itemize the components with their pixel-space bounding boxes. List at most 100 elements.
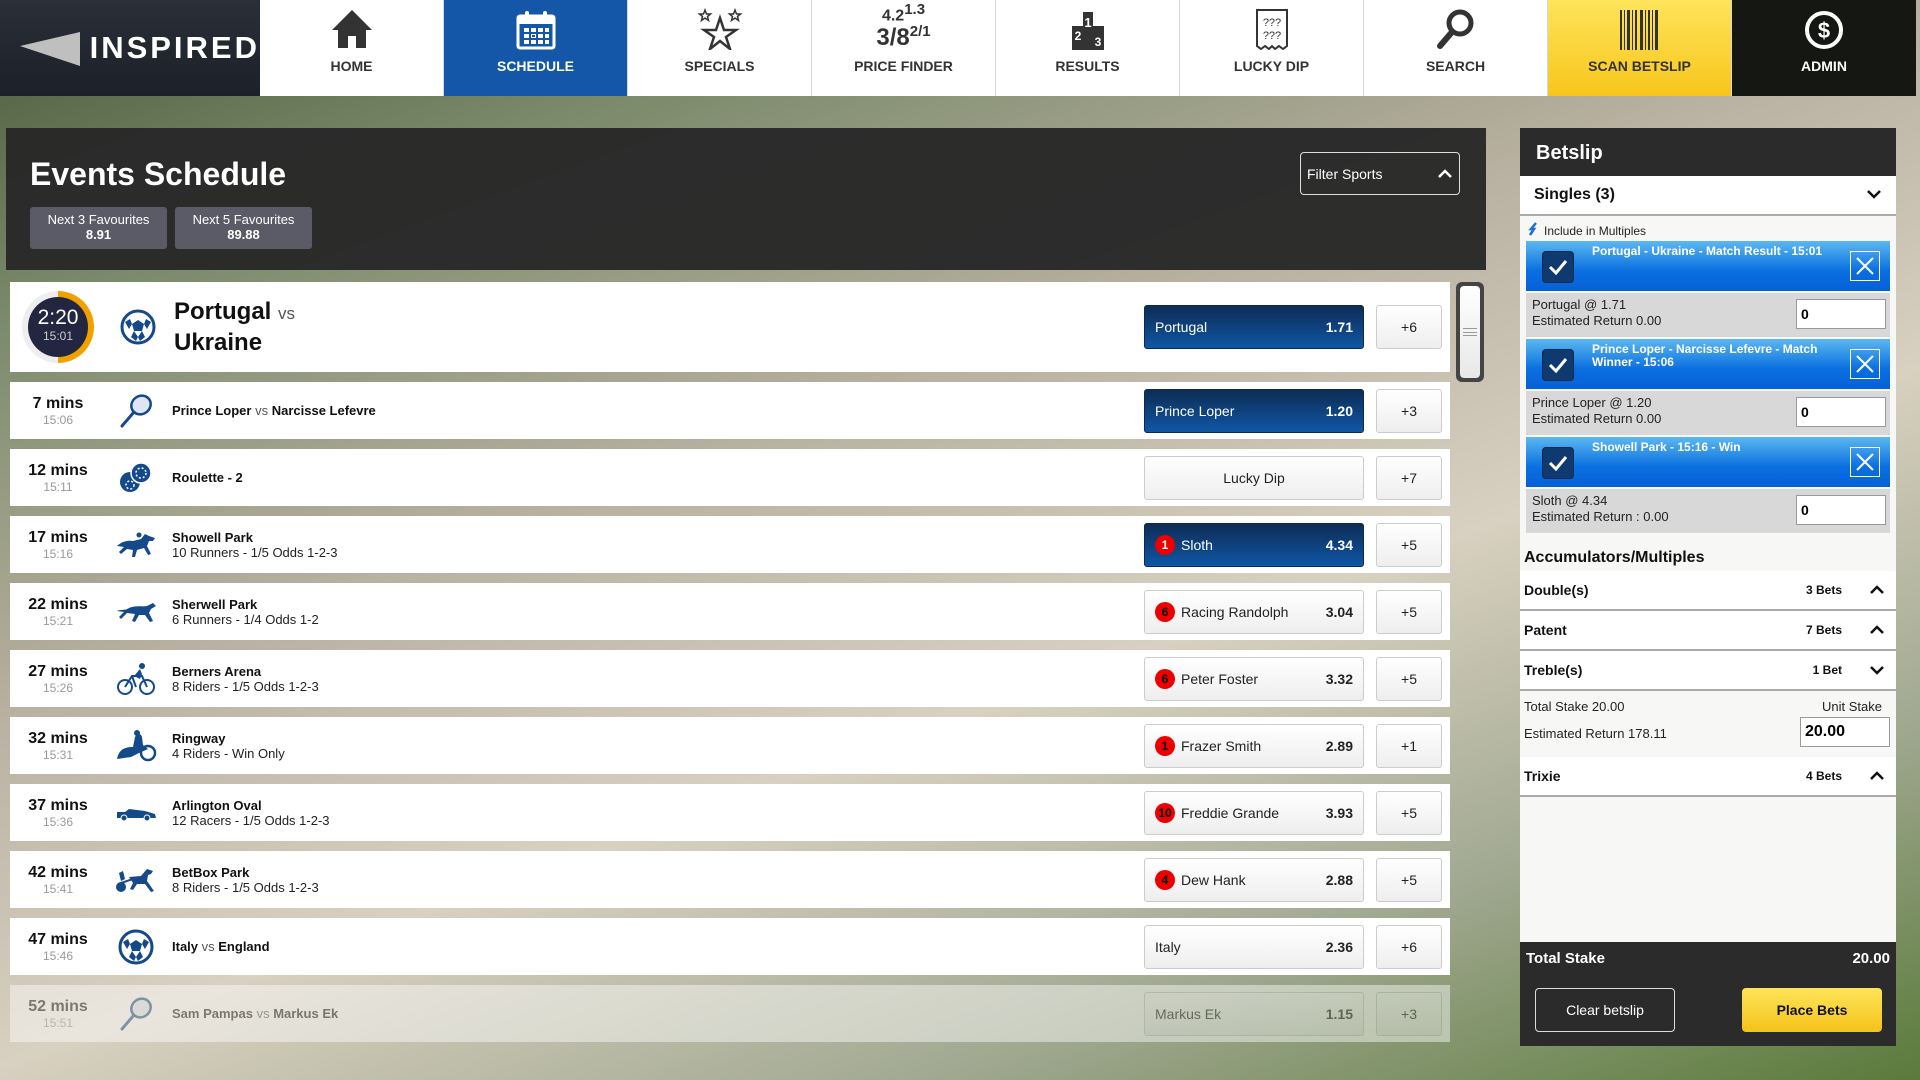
event-row[interactable]: 37 mins 15:36 Arlington Oval 12 Racers - 1/… [10, 784, 1450, 841]
odds-button[interactable]: 1 Sloth 4.34 [1144, 522, 1364, 567]
single-bet-title: Portugal - Ukraine - Match Result - 15:0… [1592, 244, 1823, 258]
more-markets-button[interactable]: +5 [1376, 790, 1442, 835]
selection: Lucky Dip [1223, 470, 1284, 486]
more-markets-button[interactable]: +5 [1376, 656, 1442, 701]
next-5-favourites-button[interactable]: Next 5 Favourites 89.88 [175, 207, 312, 249]
nav-scan-betslip[interactable]: SCAN BETSLIP [1548, 0, 1732, 96]
nav-home[interactable]: HOME [260, 0, 444, 96]
home-team: Portugal [174, 298, 272, 325]
remove-selection-button[interactable] [1850, 349, 1880, 379]
more-markets-button[interactable]: +6 [1376, 924, 1442, 969]
multiple-count: 1 Bet [1812, 663, 1842, 677]
multiple-count: 7 Bets [1805, 623, 1842, 637]
multiple-name: Treble(s) [1524, 662, 1583, 678]
nav-admin[interactable]: $ ADMIN [1732, 0, 1916, 96]
single-bet-title: Prince Loper - Narcisse Lefevre - Match … [1592, 342, 1818, 369]
odds-button[interactable]: 6 Racing Randolph 3.04 [1144, 589, 1364, 634]
multiple-row[interactable]: Treble(s) 1 Bet [1520, 651, 1896, 691]
odds-button[interactable]: 10 Freddie Grande 3.93 [1144, 790, 1364, 835]
selection: 6 Peter Foster [1155, 668, 1259, 689]
more-markets-button[interactable]: +3 [1376, 388, 1442, 433]
single-bet-header: Prince Loper - Narcisse Lefevre - Match … [1526, 339, 1890, 389]
scrollbar[interactable] [1456, 282, 1484, 382]
nav-search[interactable]: SEARCH [1364, 0, 1548, 96]
start-time: 15:26 [42, 680, 74, 695]
nav-results[interactable]: 123 RESULTS [996, 0, 1180, 96]
minutes-to-start: 47 mins [28, 930, 88, 948]
chevron-up-icon [1437, 166, 1453, 182]
selection: 6 Racing Randolph [1155, 601, 1288, 622]
odds-button[interactable]: Lucky Dip [1144, 455, 1364, 500]
nav-schedule[interactable]: SCHEDULE [444, 0, 628, 96]
event-row[interactable]: 52 mins 15:51 Sam Pampas vs Markus Ek Marku… [10, 985, 1450, 1042]
featured-event-row[interactable]: 2:20 15:01 Portugal vs Ukraine Portugal … [10, 282, 1450, 372]
selection-price: 2.88 [1325, 871, 1353, 888]
more-markets-button[interactable]: +7 [1376, 455, 1442, 500]
selection-name: Peter Foster [1181, 670, 1259, 687]
more-markets-button[interactable]: +5 [1376, 857, 1442, 902]
odds-button[interactable]: Prince Loper 1.20 [1144, 388, 1364, 433]
odds-button[interactable]: 1 Frazer Smith 2.89 [1144, 723, 1364, 768]
odds-button[interactable]: Markus Ek 1.15 [1144, 991, 1364, 1036]
event-row[interactable]: 17 mins 15:16 Showell Park 10 Runners - 1/5… [10, 516, 1450, 573]
odds-button[interactable]: 4 Dew Hank 2.88 [1144, 857, 1364, 902]
include-checkbox[interactable] [1542, 447, 1574, 479]
more-markets-button[interactable]: +6 [1376, 305, 1442, 349]
clear-betslip-button[interactable]: Clear betslip [1535, 988, 1675, 1032]
more-markets-button[interactable]: +1 [1376, 723, 1442, 768]
event-row[interactable]: 7 mins 15:06 Prince Loper vs Narcisse Lefe… [10, 382, 1450, 439]
event-row[interactable]: 32 mins 15:31 Ringway 4 Riders - Win Only 1 F… [10, 717, 1450, 774]
next-3-favourites-button[interactable]: Next 3 Favourites 8.91 [30, 207, 167, 249]
harness-racing-icon [106, 865, 166, 895]
checkmark-icon [1548, 456, 1568, 471]
odds-button[interactable]: 6 Peter Foster 3.32 [1144, 656, 1364, 701]
nav-lucky-dip[interactable]: ?????? LUCKY DIP [1180, 0, 1364, 96]
more-markets-button[interactable]: +5 [1376, 522, 1442, 567]
event-time: 37 mins 15:36 [10, 797, 106, 829]
include-in-multiples: Include in Multiples [1520, 216, 1896, 241]
multiple-row[interactable]: Double(s) 3 Bets [1520, 571, 1896, 611]
unit-stake-label: Unit Stake [1822, 699, 1882, 714]
runner-number-badge: 1 [1155, 534, 1175, 555]
nav-price-finder[interactable]: 4.21.3 3/82/1 PRICE FINDER [812, 0, 996, 96]
unit-stake-input[interactable] [1800, 717, 1890, 747]
scrollbar-thumb[interactable] [1460, 286, 1480, 378]
football-icon [108, 309, 168, 345]
stake-input[interactable] [1796, 299, 1886, 329]
search-icon [1436, 6, 1476, 50]
minutes-to-start: 17 mins [28, 528, 88, 546]
singles-section-toggle[interactable]: Singles (3) [1520, 176, 1896, 216]
event-row[interactable]: 27 mins 15:26 Berners Arena 8 Riders - 1/5 … [10, 650, 1450, 707]
betslip-panel: Betslip Singles (3) Include in Multiples… [1520, 128, 1896, 1046]
nav-specials[interactable]: SPECIALS [628, 0, 812, 96]
start-time: 15:06 [42, 412, 74, 427]
multiple-row[interactable]: Patent 7 Bets [1520, 611, 1896, 651]
event-row[interactable]: 12 mins 15:11 Roulette - 2 Lucky Dip +7 [10, 449, 1450, 506]
include-checkbox[interactable] [1542, 349, 1574, 381]
multiple-count: 3 Bets [1805, 583, 1842, 597]
away-team: England [218, 939, 270, 954]
more-markets-button[interactable]: +5 [1376, 589, 1442, 634]
event-row[interactable]: 47 mins 15:46 Italy vs England Italy 2.36 +6 [10, 918, 1450, 975]
stake-input[interactable] [1796, 495, 1886, 525]
horse-racing-icon [106, 530, 166, 560]
stake-input[interactable] [1796, 397, 1886, 427]
event-time: 27 mins 15:26 [10, 663, 106, 695]
odds-button[interactable]: Portugal 1.71 [1144, 305, 1364, 349]
multiple-row-trixie[interactable]: Trixie 4 Bets [1520, 757, 1896, 797]
top-navigation: INSPIRED HOME SCHEDULE SPECIALS 4.21.3 3… [0, 0, 1920, 96]
odds-button[interactable]: Italy 2.36 [1144, 924, 1364, 969]
event-row[interactable]: 22 mins 15:21 Sherwell Park 6 Runners - 1/4… [10, 583, 1450, 640]
place-bets-button[interactable]: Place Bets [1742, 988, 1882, 1032]
filter-sports-dropdown[interactable]: Filter Sports [1300, 152, 1460, 195]
more-markets-button[interactable]: +3 [1376, 991, 1442, 1036]
brand-logo: INSPIRED [0, 0, 260, 96]
event-row[interactable]: 42 mins 15:41 BetBox Park 8 Riders - 1/5 Od… [10, 851, 1450, 908]
close-icon [1856, 355, 1874, 373]
remove-selection-button[interactable] [1850, 447, 1880, 477]
event-list: 2:20 15:01 Portugal vs Ukraine Portugal … [10, 282, 1450, 1052]
remove-selection-button[interactable] [1850, 251, 1880, 281]
include-checkbox[interactable] [1542, 251, 1574, 283]
football-icon [106, 929, 166, 965]
calendar-icon [516, 6, 556, 50]
